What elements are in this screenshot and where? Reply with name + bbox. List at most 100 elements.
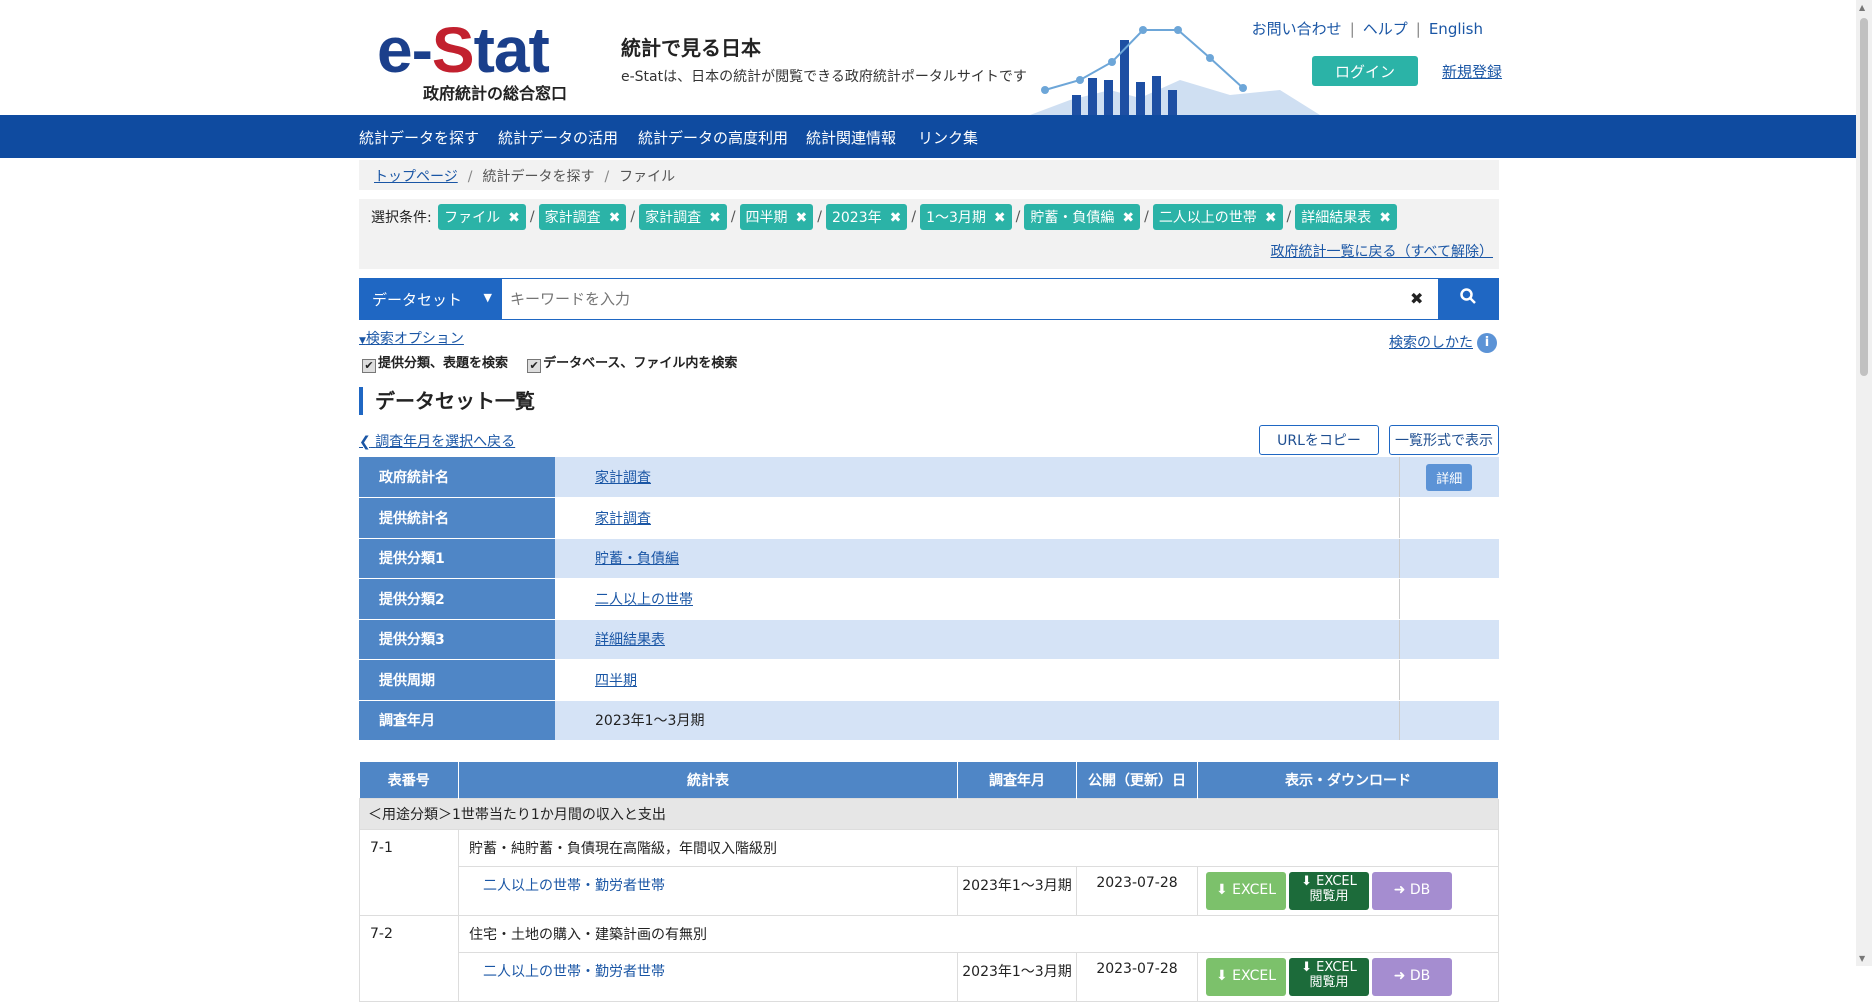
download-icon: ⬇ (1301, 873, 1313, 889)
column-header: 公開（更新）日 (1076, 762, 1198, 798)
condition-chip[interactable]: 2023年 ✖ (825, 204, 908, 230)
condition-chip[interactable]: 四半期 ✖ (739, 204, 814, 230)
table-row: 7-1 貯蓄・純貯蓄・負債現在高階級，年間収入階級別 (359, 828, 1499, 916)
remove-icon[interactable]: ✖ (796, 210, 808, 226)
row-value-link[interactable]: 貯蓄・負債編 (595, 551, 679, 567)
reset-all-link[interactable]: 政府統計一覧に戻る（すべて解除） (1271, 241, 1493, 261)
contact-link[interactable]: お問い合わせ (1252, 20, 1342, 38)
condition-chip[interactable]: 家計調査 ✖ (639, 204, 727, 230)
back-link[interactable]: ❮ 調査年月を選択へ戻る (359, 431, 515, 451)
arrow-right-icon: ➜ (1393, 881, 1406, 898)
search-input[interactable] (508, 283, 1388, 315)
table-sub-title[interactable]: 二人以上の世帯・勤労者世帯 (458, 865, 958, 916)
copy-url-button[interactable]: URLをコピー (1259, 425, 1379, 455)
excel-view-button[interactable]: ⬇ EXCEL 閲覧用 (1289, 957, 1369, 996)
search-options-link[interactable]: ▼検索オプション (359, 328, 464, 348)
group-label: ＜用途分類＞1世帯当たり1か月間の収入と支出 (359, 797, 1499, 830)
remove-icon[interactable]: ✖ (890, 210, 902, 226)
remove-icon[interactable]: ✖ (709, 210, 721, 226)
publish-date: 2023-07-28 (1076, 951, 1198, 1002)
table-number: 7-1 (359, 828, 459, 916)
row-key: 提供統計名 (359, 497, 555, 539)
download-icon: ⬇ (1215, 881, 1228, 898)
remove-icon[interactable]: ✖ (994, 210, 1006, 226)
table-header-row: 表番号 統計表 調査年月 公開（更新）日 表示・ダウンロード (359, 762, 1499, 798)
clear-icon[interactable]: ✖ (1410, 289, 1423, 308)
excel-download-button[interactable]: ⬇ EXCEL (1206, 957, 1286, 996)
condition-chip[interactable]: 詳細結果表 ✖ (1295, 204, 1397, 230)
row-key: 調査年月 (359, 700, 555, 741)
row-key: 提供分類1 (359, 538, 555, 579)
condition-chip[interactable]: 1～3月期 ✖ (920, 204, 1012, 230)
search-checkboxes: ✔ 提供分類、表題を検索 ✔ データベース、ファイル内を検索 (362, 352, 737, 373)
scrollbar-thumb[interactable] (1860, 18, 1868, 376)
row-value: 2023年1～3月期 (555, 700, 1399, 741)
row-value-link[interactable]: 四半期 (595, 673, 637, 689)
db-button[interactable]: ➜ DB (1372, 957, 1452, 996)
scrollbar[interactable]: ▲ ▼ (1856, 0, 1872, 966)
remove-icon[interactable]: ✖ (1265, 210, 1277, 226)
remove-icon[interactable]: ✖ (1122, 210, 1134, 226)
table-number: 7-2 (359, 914, 459, 1002)
row-value-link[interactable]: 家計調査 (595, 511, 651, 527)
detail-button[interactable]: 詳細 (1426, 463, 1473, 491)
checkbox-database[interactable]: ✔ (527, 359, 542, 373)
section-title: データセット一覧 (359, 387, 535, 415)
row-value-link[interactable]: 家計調査 (595, 470, 651, 486)
remove-icon[interactable]: ✖ (508, 210, 520, 226)
logo-subtitle: 政府統計の総合窓口 (423, 84, 568, 103)
row-value-link[interactable]: 二人以上の世帯 (595, 592, 693, 608)
help-link[interactable]: ヘルプ (1363, 20, 1408, 38)
site-header: e-Stat 政府統計の総合窓口 統計で見る日本 e-Statは、日本の統計が閲… (0, 0, 1856, 115)
search-button[interactable] (1438, 279, 1498, 319)
register-link[interactable]: 新規登録 (1442, 61, 1502, 82)
group-row: ＜用途分類＞1世帯当たり1か月間の収入と支出 (359, 797, 1499, 830)
search-type-select[interactable]: データセット ▼ (360, 279, 502, 319)
survey-date: 2023年1～3月期 (957, 951, 1077, 1002)
conditions-label: 選択条件: (371, 210, 432, 226)
row-value-link[interactable]: 詳細結果表 (595, 632, 665, 648)
login-button[interactable]: ログイン (1312, 56, 1418, 86)
row-key: 提供分類2 (359, 578, 555, 620)
row-key: 提供周期 (359, 659, 555, 701)
db-button[interactable]: ➜ DB (1372, 871, 1452, 910)
arrow-right-icon: ➜ (1393, 967, 1406, 984)
table-row: 提供周期 四半期 (359, 659, 1499, 701)
estat-logo[interactable]: e-Stat 政府統計の総合窓口 (377, 18, 577, 103)
dataset-info-table: 政府統計名 家計調査 詳細 提供統計名 家計調査 提供分類1 貯蓄・負債編 提供分類2 二… (359, 457, 1499, 741)
breadcrumb-top[interactable]: トップページ (374, 169, 458, 185)
table-row: 二人以上の世帯・勤労者世帯 2023年1～3月期 2023-07-28 ⬇ EX… (360, 951, 1499, 1002)
nav-item-related-info[interactable]: 統計関連情報 (806, 127, 896, 148)
nav-item-find-data[interactable]: 統計データを探す (359, 127, 479, 148)
excel-view-button[interactable]: ⬇ EXCEL 閲覧用 (1289, 871, 1369, 910)
tagline-subtitle: e-Statは、日本の統計が閲覧できる政府統計ポータルサイトです (621, 69, 1027, 85)
list-view-button[interactable]: 一覧形式で表示 (1389, 425, 1499, 455)
breadcrumb-file: ファイル (619, 169, 676, 185)
table-sub-title[interactable]: 二人以上の世帯・勤労者世帯 (458, 951, 958, 1002)
table-row: 二人以上の世帯・勤労者世帯 2023年1～3月期 2023-07-28 ⬇ EX… (360, 865, 1499, 916)
checkbox-classification[interactable]: ✔ (362, 359, 376, 373)
condition-chip[interactable]: 家計調査 ✖ (538, 204, 627, 230)
search-help-link[interactable]: 検索のしかた i (1389, 332, 1497, 353)
table-title: 住宅・土地の購入・建築計画の有無別 (458, 914, 1499, 953)
scroll-up-icon[interactable]: ▲ (1859, 3, 1865, 12)
english-link[interactable]: English (1429, 20, 1483, 38)
search-icon (1460, 288, 1476, 304)
condition-chip[interactable]: 貯蓄・負債編 ✖ (1024, 204, 1141, 230)
scroll-down-icon[interactable]: ▼ (1859, 954, 1865, 963)
breadcrumb: トップページ / 統計データを探す / ファイル (359, 160, 1499, 190)
breadcrumb-find-data: 統計データを探す (482, 169, 595, 185)
remove-icon[interactable]: ✖ (1379, 210, 1391, 226)
nav-item-links[interactable]: リンク集 (918, 127, 978, 148)
nav-item-use-data[interactable]: 統計データの活用 (498, 127, 618, 148)
selection-conditions: 選択条件: ファイル ✖ / 家計調査 ✖ / 家計調査 ✖ / 四半期 ✖/2023年 ✖/1～3月… (359, 199, 1499, 269)
nav-item-advanced-use[interactable]: 統計データの高度利用 (638, 127, 788, 148)
table-row: 提供分類2 二人以上の世帯 (359, 578, 1499, 620)
excel-download-button[interactable]: ⬇ EXCEL (1206, 871, 1286, 910)
remove-icon[interactable]: ✖ (609, 210, 621, 226)
tagline-title: 統計で見る日本 (621, 36, 761, 60)
table-row: 7-2 住宅・土地の購入・建築計画の有無別 (359, 914, 1499, 1002)
condition-chip[interactable]: ファイル ✖ (438, 204, 526, 230)
condition-chip[interactable]: 二人以上の世帯 ✖ (1152, 204, 1283, 230)
top-links: お問い合わせ | ヘルプ | English (1251, 20, 1483, 38)
